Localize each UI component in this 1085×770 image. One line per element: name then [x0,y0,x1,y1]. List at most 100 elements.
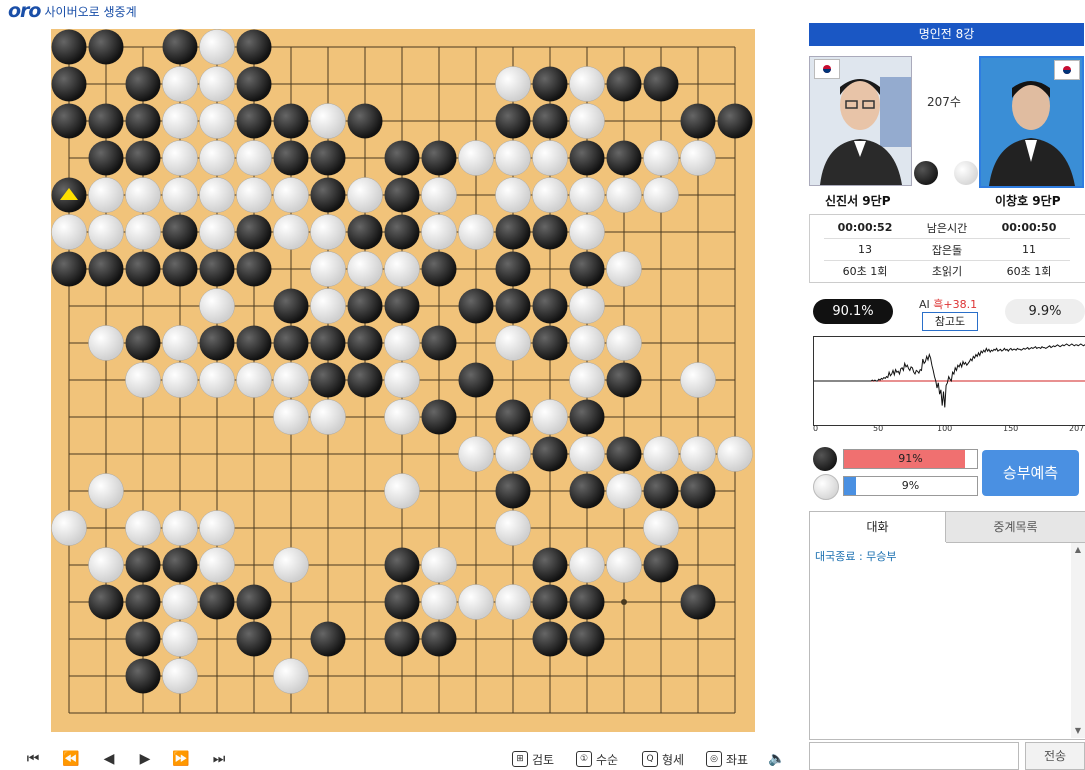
winrate-line [814,343,1085,408]
black-stone [384,584,420,620]
tournament-title: 명인전 8강 [809,23,1084,46]
black-stone [273,103,309,139]
game-info-table: 00:00:52 남은시간 00:00:50 13 잡은돌 11 60초 1회 … [809,214,1085,283]
black-stone [384,621,420,657]
black-stone [236,584,272,620]
black-stone [384,214,420,250]
black-stone [532,436,568,472]
black-stone [643,473,679,509]
review-button[interactable]: ⊞ 검토 [512,749,554,769]
last-move-button[interactable]: ⏭ [206,748,232,770]
territory-label: 형세 [662,752,685,767]
black-stone [162,251,198,287]
black-stone [347,325,383,361]
time-row: 00:00:52 남은시간 00:00:50 [824,217,1070,239]
white-stone [199,66,235,102]
white-stone [88,214,124,250]
white-stone [532,177,568,213]
korea-flag-icon [1054,60,1080,80]
white-stone [643,140,679,176]
back-ten-button[interactable]: ⏪ [58,748,84,770]
tab-broadcast-list[interactable]: 중계목록 [946,512,1085,543]
white-stone [495,510,531,546]
sound-icon[interactable]: 🔈 [764,748,790,770]
scroll-down-icon[interactable]: ▼ [1071,724,1085,738]
white-stone [310,288,346,324]
white-stone [495,66,531,102]
black-stone [495,103,531,139]
tab-chat[interactable]: 대화 [810,512,946,542]
byoyomi-row: 60초 1회 초읽기 60초 1회 [824,260,1070,281]
white-stone [273,362,309,398]
coordinates-label: 좌표 [726,752,749,767]
black-captures: 13 [858,243,872,256]
black-stone [606,362,642,398]
black-stone [495,288,531,324]
white-stone [162,510,198,546]
white-stone [162,66,198,102]
go-board[interactable] [51,29,755,732]
coordinates-button[interactable]: ◎ 좌표 [706,749,748,769]
move-order-button[interactable]: ① 수순 [576,749,618,769]
black-stone [347,214,383,250]
send-button[interactable]: 전송 [1025,742,1085,770]
first-move-button[interactable]: ⏮ [20,748,46,770]
white-stone [458,214,494,250]
black-player-name: 신진서 9단P [825,194,891,208]
chat-message: 대국종료 : 무승부 [815,550,897,563]
prev-move-button[interactable]: ◀ [96,748,122,770]
white-byoyomi: 60초 1회 [1006,264,1052,278]
next-move-button[interactable]: ▶ [132,748,158,770]
game-toolbar: ⏮ ⏪ ◀ ▶ ⏩ ⏭ ⊞ 검토 ① 수순 Q 형세 ◎ 좌표 🔈 [20,748,790,770]
white-stone [421,177,457,213]
graph-x-tick: 150 [1003,424,1019,433]
white-stone [273,214,309,250]
forward-ten-button[interactable]: ⏩ [168,748,194,770]
white-stone [421,214,457,250]
black-stone [495,251,531,287]
white-stone-icon [954,161,978,185]
white-stone [162,362,198,398]
black-stone [606,66,642,102]
black-stone [495,399,531,435]
black-stone [643,547,679,583]
white-stone [569,214,605,250]
black-stone [236,325,272,361]
black-winrate: 90.1% [813,299,893,324]
black-stone [569,584,605,620]
white-stone [606,325,642,361]
board-svg[interactable] [51,29,755,732]
black-stone-icon [813,447,837,471]
black-stone [458,362,494,398]
chat-input[interactable] [809,742,1019,770]
white-stone [606,177,642,213]
white-stone [88,547,124,583]
black-stone [384,140,420,176]
black-stone [125,658,161,694]
white-stone [199,510,235,546]
white-stone [125,214,161,250]
black-stone [162,29,198,65]
black-stone [51,103,87,139]
black-stone [162,547,198,583]
white-stone [384,362,420,398]
territory-button[interactable]: Q 형세 [642,749,684,769]
scroll-up-icon[interactable]: ▲ [1071,543,1085,557]
black-stone [162,214,198,250]
white-stone [125,510,161,546]
predict-result-button[interactable]: 승부예측 [982,450,1079,496]
black-stone [51,66,87,102]
white-stone [310,214,346,250]
white-stone [236,140,272,176]
reference-diagram-button[interactable]: 참고도 [922,312,978,331]
white-stone [199,288,235,324]
graph-x-tick: 0 [813,424,819,433]
chat-scrollbar[interactable]: ▲ ▼ [1071,543,1085,738]
site-logo[interactable]: oro 사이버오로 생중계 [8,0,137,22]
white-stone [347,177,383,213]
black-stone [532,325,568,361]
black-stone [236,29,272,65]
black-stone [88,29,124,65]
white-stone [162,658,198,694]
black-stone [125,325,161,361]
